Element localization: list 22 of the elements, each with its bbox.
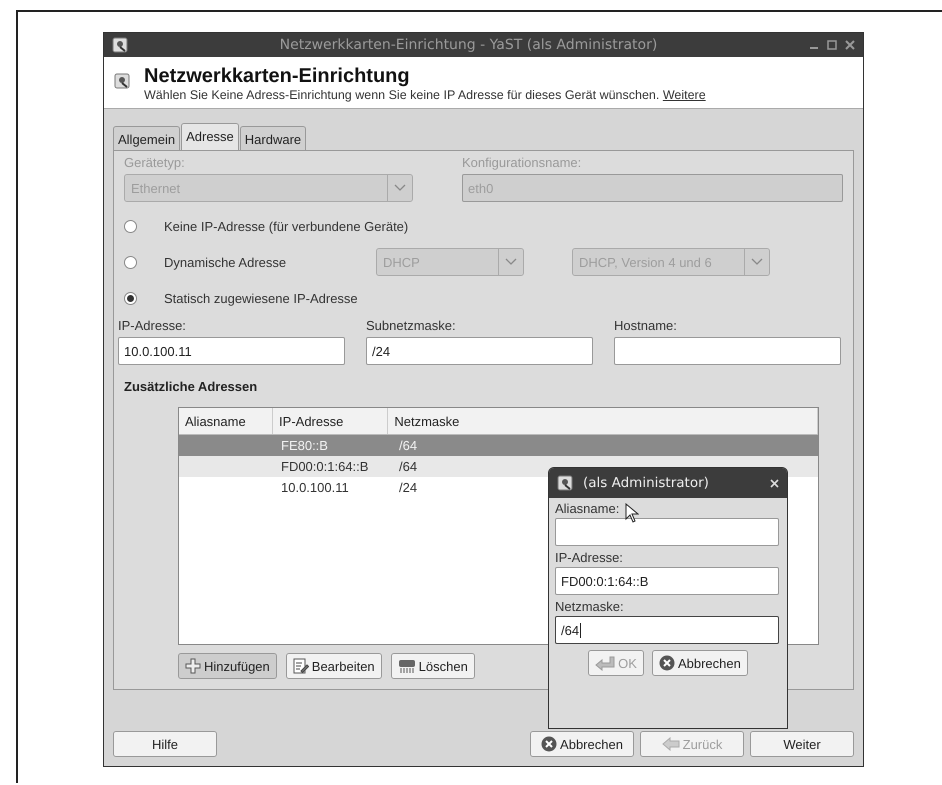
table-cell-text: /64 — [398, 459, 418, 474]
section-heading: Zusätzliche Adressen — [124, 379, 258, 394]
field-label: Hostname: — [614, 318, 677, 333]
table-cell-text: /24 — [398, 480, 418, 495]
field-label: Aliasname: — [555, 501, 620, 516]
field-label: IP-Adresse: — [118, 318, 186, 333]
page-description: Wählen Sie Keine Adress-Einrichtung wenn Sie keine IP Adresse für dieses Gerät wünschen. — [144, 88, 660, 102]
page-title: Netzwerkkarten-Einrichtung — [144, 65, 411, 88]
table-cell-text: /64 — [398, 438, 418, 453]
table-cell-text: FD00:0:1:64::B — [280, 459, 370, 474]
field-label: Netzmaske: — [555, 599, 624, 614]
radio-label: Statisch zugewiesene IP-Adresse — [164, 290, 358, 306]
window-title: Netzwerkkarten-Einrichtung - YaST (als Administrator) — [278, 37, 658, 53]
field-label: Gerätetyp: — [124, 155, 185, 170]
table-cell-text: FE80::B — [280, 438, 329, 453]
field-label: Subnetzmaske: — [366, 318, 456, 333]
field-label: IP-Adresse: — [555, 550, 623, 565]
dialog-title: (als Administrator) — [583, 475, 710, 491]
radio-label: Keine IP-Adresse (für verbundene Geräte) — [164, 218, 408, 234]
radio-label: Dynamische Adresse — [164, 254, 288, 270]
table-cell-text: 10.0.100.11 — [280, 480, 350, 495]
field-label: Konfigurationsname: — [462, 155, 582, 170]
